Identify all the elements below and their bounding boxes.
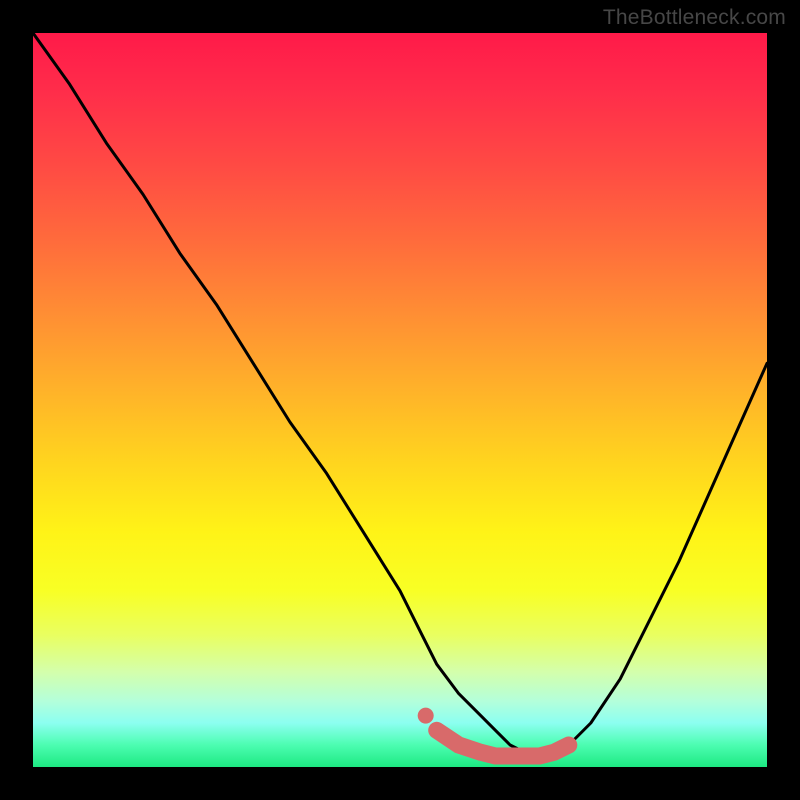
watermark-text: TheBottleneck.com (603, 6, 786, 30)
chart-line-main-curve (33, 33, 767, 752)
chart-frame: TheBottleneck.com (0, 0, 800, 800)
chart-line-highlight-band (437, 730, 569, 756)
chart-point-highlight-dot (418, 708, 434, 724)
plot-area (33, 33, 767, 767)
chart-svg (33, 33, 767, 767)
